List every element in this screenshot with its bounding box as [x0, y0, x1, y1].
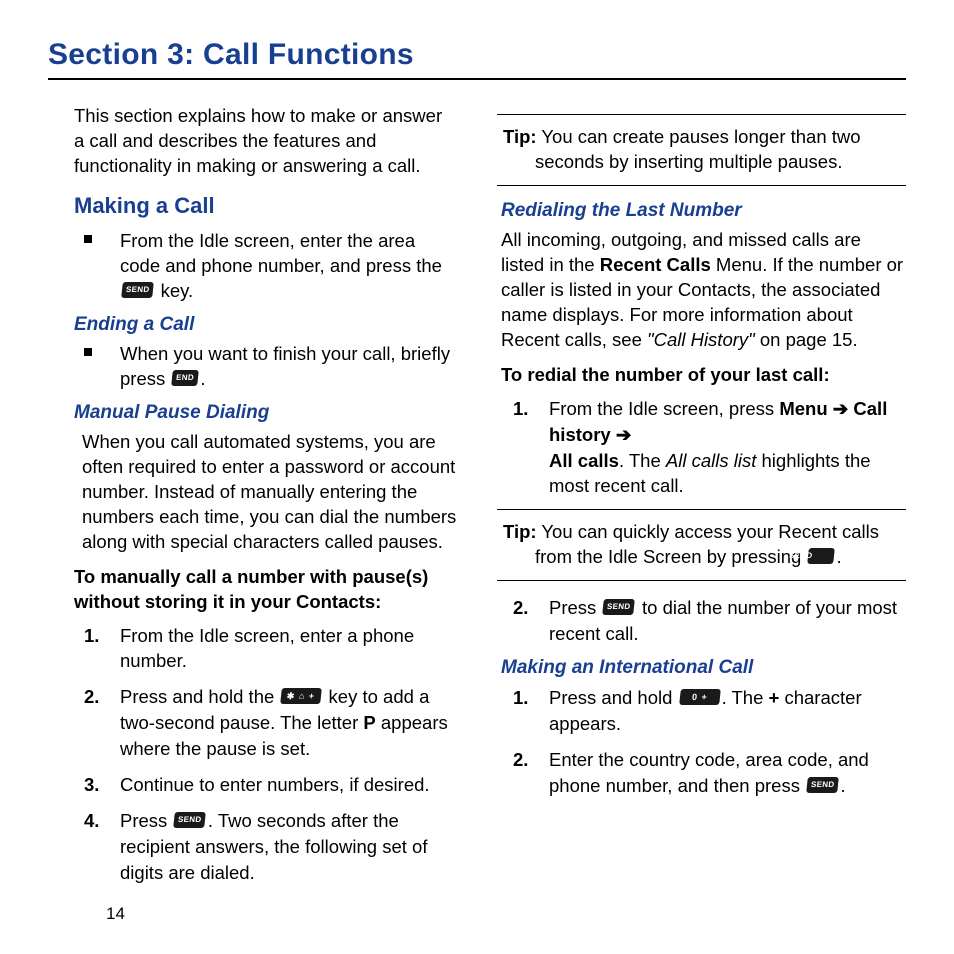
tip-box: Tip: You can create pauses longer than t…: [497, 114, 906, 186]
section-title: Section 3: Call Functions: [48, 38, 906, 80]
zero-key-icon: 0 +: [679, 689, 721, 705]
page-number: 14: [106, 904, 125, 924]
redial-steps-1: From the Idle screen, press Menu ➔ Call …: [513, 396, 906, 500]
heading-manual-pause: Manual Pause Dialing: [74, 402, 457, 424]
list-item: Press SEND. Two seconds after the recipi…: [84, 808, 457, 886]
redial-steps-2: Press SEND to dial the number of your mo…: [513, 595, 906, 647]
redial-lead: To redial the number of your last call:: [501, 363, 906, 388]
send-key-icon: SEND: [806, 777, 839, 793]
heading-ending-call: Ending a Call: [74, 314, 457, 336]
list-item: Continue to enter numbers, if desired.: [84, 772, 457, 798]
mpd-body: When you call automated systems, you are…: [82, 430, 457, 555]
tip-label: Tip:: [503, 521, 537, 542]
send-key-icon: SEND: [808, 548, 836, 564]
list-item: From the Idle screen, enter a phone numb…: [84, 623, 457, 675]
mpd-steps: From the Idle screen, enter a phone numb…: [84, 623, 457, 886]
list-item: Press SEND to dial the number of your mo…: [513, 595, 906, 647]
tip-label: Tip:: [503, 126, 537, 147]
mpd-lead: To manually call a number with pause(s) …: [74, 565, 457, 615]
tip-box: Tip: You can quickly access your Recent …: [497, 509, 906, 581]
content-columns: This section explains how to make or ans…: [48, 104, 906, 896]
list-item: Enter the country code, area code, and p…: [513, 747, 906, 799]
send-key-icon: SEND: [121, 282, 154, 298]
cross-reference: "Call History": [647, 329, 755, 350]
star-key-icon: ✱ ⌂ +: [281, 688, 323, 704]
ending-call-steps: When you want to finish your call, brief…: [84, 342, 457, 392]
left-column: This section explains how to make or ans…: [48, 104, 457, 896]
intl-steps: Press and hold 0 +. The + character appe…: [513, 685, 906, 799]
send-key-icon: SEND: [174, 812, 207, 828]
send-key-icon: SEND: [603, 599, 636, 615]
list-item: Press and hold the ✱ ⌂ + key to add a tw…: [84, 684, 457, 762]
list-item: From the Idle screen, enter the area cod…: [84, 229, 457, 304]
list-item: From the Idle screen, press Menu ➔ Call …: [513, 396, 906, 500]
making-call-steps: From the Idle screen, enter the area cod…: [84, 229, 457, 304]
redial-body: All incoming, outgoing, and missed calls…: [501, 228, 906, 353]
heading-redialing: Redialing the Last Number: [501, 200, 906, 222]
heading-international: Making an International Call: [501, 657, 906, 679]
right-column: Tip: You can create pauses longer than t…: [497, 104, 906, 896]
list-item: When you want to finish your call, brief…: [84, 342, 457, 392]
list-item: Press and hold 0 +. The + character appe…: [513, 685, 906, 737]
end-key-icon: END: [172, 370, 200, 386]
heading-making-call: Making a Call: [74, 193, 457, 219]
intro-text: This section explains how to make or ans…: [74, 104, 457, 179]
tip-text: You can create pauses longer than two se…: [535, 126, 861, 172]
